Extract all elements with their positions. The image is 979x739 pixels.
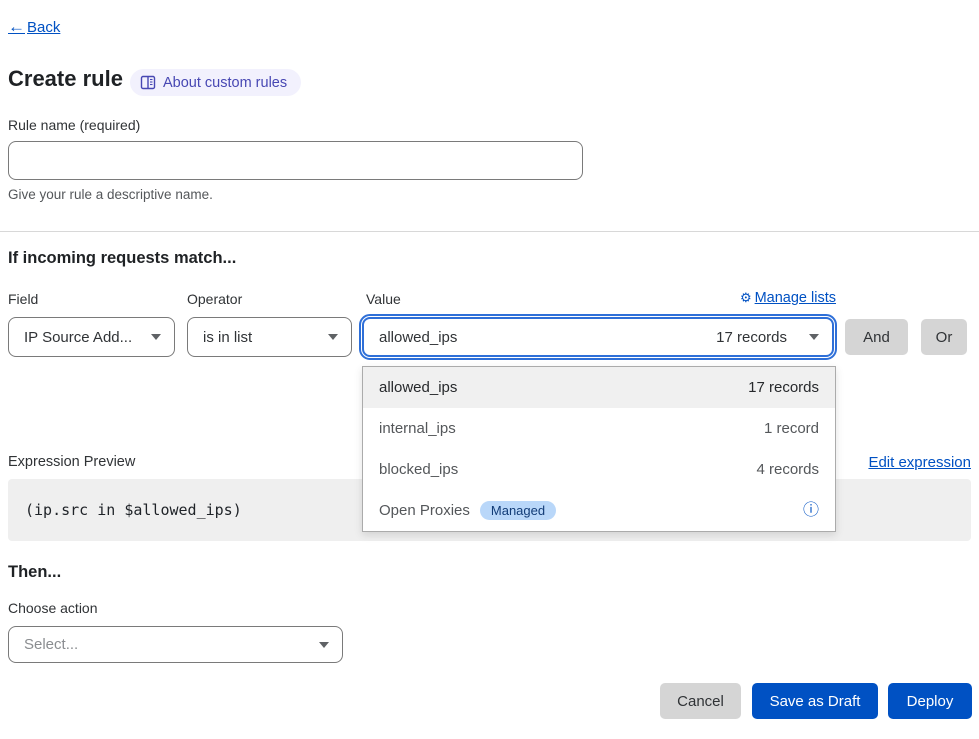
save-as-draft-button[interactable]: Save as Draft bbox=[752, 683, 878, 719]
rule-name-helper-text: Give your rule a descriptive name. bbox=[8, 187, 213, 202]
list-name: allowed_ips bbox=[379, 379, 457, 396]
list-count: 1 record bbox=[764, 420, 819, 437]
about-custom-rules-label: About custom rules bbox=[163, 75, 287, 91]
dropdown-item-blocked-ips[interactable]: blocked_ips 4 records bbox=[363, 449, 835, 490]
section-divider bbox=[0, 231, 979, 232]
back-link[interactable]: ←Back bbox=[8, 17, 60, 37]
cancel-button[interactable]: Cancel bbox=[660, 683, 741, 719]
action-select-placeholder: Select... bbox=[24, 636, 78, 653]
manage-lists-container: ⚙Manage lists bbox=[362, 290, 836, 306]
dropdown-item-open-proxies[interactable]: Open Proxies Managed ⓘ bbox=[363, 490, 835, 531]
expression-preview-label: Expression Preview bbox=[8, 454, 135, 470]
manage-lists-label: Manage lists bbox=[755, 290, 836, 306]
value-dropdown-panel: allowed_ips 17 records internal_ips 1 re… bbox=[362, 366, 836, 532]
gear-icon: ⚙ bbox=[740, 290, 752, 306]
then-section-heading: Then... bbox=[8, 563, 61, 582]
action-select[interactable]: Select... bbox=[8, 626, 343, 663]
chevron-down-icon bbox=[151, 334, 161, 340]
rule-name-input[interactable] bbox=[8, 141, 583, 180]
expression-code: (ip.src in $allowed_ips) bbox=[25, 501, 242, 519]
list-count: 4 records bbox=[756, 461, 819, 478]
create-rule-page: ←Back Create rule About custom rules Rul… bbox=[0, 0, 979, 739]
and-button[interactable]: And bbox=[845, 319, 908, 355]
chevron-down-icon bbox=[809, 334, 819, 340]
value-select-name: allowed_ips bbox=[379, 329, 457, 346]
field-label: Field bbox=[8, 291, 38, 307]
match-section-heading: If incoming requests match... bbox=[8, 249, 236, 268]
managed-badge: Managed bbox=[480, 501, 556, 520]
list-name: Open Proxies bbox=[379, 502, 470, 519]
field-select[interactable]: IP Source Add... bbox=[8, 317, 175, 357]
book-icon bbox=[140, 75, 156, 90]
field-select-value: IP Source Add... bbox=[24, 329, 132, 346]
operator-label: Operator bbox=[187, 291, 242, 307]
list-count: 17 records bbox=[748, 379, 819, 396]
back-arrow-icon: ← bbox=[8, 17, 25, 37]
value-select[interactable]: allowed_ips 17 records bbox=[362, 317, 834, 357]
chevron-down-icon bbox=[319, 642, 329, 648]
edit-expression-link[interactable]: Edit expression bbox=[868, 454, 971, 471]
list-name: internal_ips bbox=[379, 420, 456, 437]
page-title: Create rule bbox=[8, 66, 123, 92]
choose-action-label: Choose action bbox=[8, 600, 98, 616]
list-name: blocked_ips bbox=[379, 461, 458, 478]
chevron-down-icon bbox=[328, 334, 338, 340]
manage-lists-link[interactable]: ⚙Manage lists bbox=[740, 290, 836, 306]
value-select-count: 17 records bbox=[716, 329, 787, 346]
about-custom-rules-link[interactable]: About custom rules bbox=[130, 69, 301, 96]
dropdown-item-allowed-ips[interactable]: allowed_ips 17 records bbox=[363, 367, 835, 408]
rule-name-label: Rule name (required) bbox=[8, 117, 140, 133]
info-icon[interactable]: ⓘ bbox=[803, 503, 819, 519]
back-label: Back bbox=[27, 19, 60, 36]
operator-select-value: is in list bbox=[203, 329, 252, 346]
deploy-button[interactable]: Deploy bbox=[888, 683, 972, 719]
or-button[interactable]: Or bbox=[921, 319, 967, 355]
dropdown-item-internal-ips[interactable]: internal_ips 1 record bbox=[363, 408, 835, 449]
operator-select[interactable]: is in list bbox=[187, 317, 352, 357]
